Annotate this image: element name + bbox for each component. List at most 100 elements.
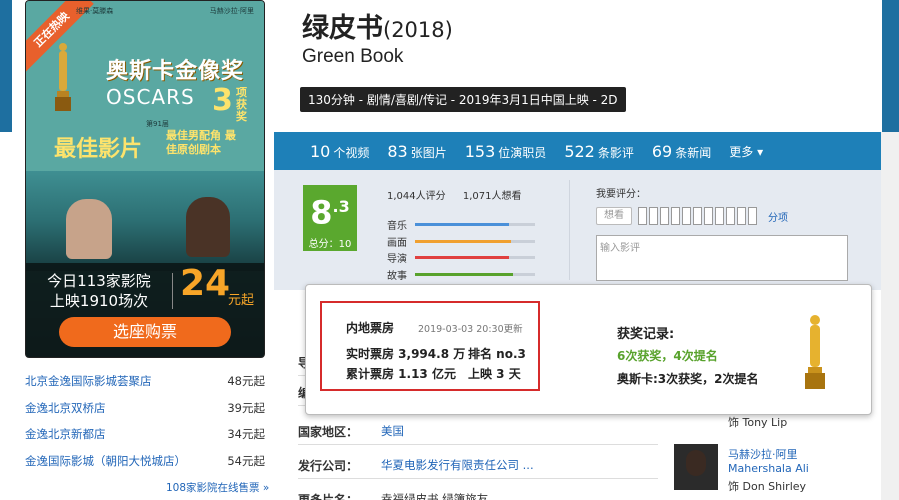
today-cinemas-count: 今日113家影院	[47, 272, 151, 290]
reviews-link[interactable]: 522 条影评	[564, 142, 634, 161]
box-office-panel: 内地票房 2019-03-03 20:30更新 实时票房 3,994.8 万 排…	[320, 301, 540, 391]
my-rating-label: 我要评分：	[596, 189, 646, 200]
rating-box[interactable]	[660, 207, 669, 225]
today-screenings-count: 上映1910场次	[49, 292, 149, 310]
movie-poster[interactable]: 正在热映 维果·莫滕森 马赫沙拉·阿里 奥斯卡金像奖 OSCARS 3 项获奖 …	[25, 0, 265, 358]
detail-value[interactable]: 华夏电影发行有限责任公司 ...	[381, 457, 534, 473]
oscar-summary: 奥斯卡:3次获奖，2次提名	[617, 372, 759, 386]
box-office-rank: 排名 no.3	[468, 347, 526, 361]
review-input[interactable]: 输入影评	[596, 235, 848, 281]
today-showings: 今日113家影院 上映1910场次	[34, 271, 164, 311]
detail-value[interactable]: 美国	[381, 423, 404, 439]
category-bar-fill	[415, 223, 509, 226]
box-office-popup: 内地票房 2019-03-03 20:30更新 实时票房 3,994.8 万 排…	[305, 284, 872, 415]
movie-title: 绿皮书(2018)	[302, 6, 453, 45]
category-bar	[415, 223, 535, 226]
detail-key: 发行公司：	[298, 459, 359, 473]
header-band-left	[0, 0, 12, 132]
poster-person-right	[186, 197, 230, 257]
page-background-right	[881, 132, 899, 500]
cinema-name[interactable]: 金逸国际影城（朝阳大悦城店）	[25, 448, 186, 475]
days-showing: 上映 3 天	[468, 367, 521, 381]
poster-car-scene	[26, 171, 264, 271]
stat-label: 条影评	[597, 145, 634, 160]
poster-person-left	[66, 199, 112, 259]
cast-en-name[interactable]: Mahershala Ali	[728, 462, 809, 475]
rating-boxes	[638, 207, 759, 225]
category-bar	[415, 239, 535, 243]
cast-role: 饰 Don Shirley	[728, 480, 807, 493]
score-int: 8	[310, 193, 333, 232]
images-link[interactable]: 83 张图片	[387, 142, 446, 161]
oscars-text: OSCARS	[106, 85, 195, 109]
movie-title-text: 绿皮书	[302, 13, 383, 44]
award-count-unit: 项获奖	[236, 86, 247, 123]
poster-actor-names: 维果·莫滕森 马赫沙拉·阿里	[76, 6, 254, 16]
category-label: 导演	[387, 254, 407, 265]
cinema-item[interactable]: 北京金逸国际影城荟聚店 48元起	[25, 368, 265, 395]
more-cinemas-link[interactable]: 108家影院在线售票 »	[166, 480, 269, 495]
want-tag[interactable]: 想看	[596, 207, 632, 225]
header-band-right	[881, 0, 899, 132]
movie-meta: 130分钟 - 剧情/喜剧/传记 - 2019年3月1日中国上映 - 2D	[300, 87, 626, 112]
sub-rating-link[interactable]: 分项	[768, 209, 788, 224]
cinema-price: 34元起	[227, 427, 265, 441]
stat-num: 522	[564, 141, 595, 161]
poster-actor-right: 马赫沙拉·阿里	[209, 7, 254, 15]
rating-box[interactable]	[671, 207, 680, 225]
realtime-box-office: 实时票房 3,994.8 万	[346, 347, 466, 361]
rating-box[interactable]	[726, 207, 735, 225]
stat-num: 153	[464, 141, 496, 161]
videos-link[interactable]: 10 个视频	[310, 142, 369, 161]
cinema-item[interactable]: 金逸北京双桥店 39元起	[25, 395, 265, 422]
avatar[interactable]	[674, 444, 718, 490]
rating-box[interactable]	[693, 207, 702, 225]
cast-crew-link[interactable]: 153 位演职员	[465, 142, 547, 161]
stats-bar: 10 个视频 83 张图片 153 位演职员 522 条影评 69 条新闻 更多 ▾	[274, 132, 882, 170]
award-count: 3	[212, 83, 233, 118]
category-bar-fill	[415, 256, 509, 259]
buy-ticket-button[interactable]: 选座购票	[59, 317, 231, 347]
more-dropdown[interactable]: 更多 ▾	[729, 143, 763, 160]
cinema-name[interactable]: 金逸北京新都店	[25, 421, 106, 448]
detail-row: 更多片名： 幸福绿皮书 绿簿旅友	[298, 483, 658, 500]
avatar-face	[686, 450, 706, 476]
stat-label: 个视频	[333, 145, 370, 160]
detail-value: 幸福绿皮书 绿簿旅友	[381, 492, 489, 500]
cinema-item[interactable]: 金逸国际影城（朝阳大悦城店） 54元起	[25, 448, 265, 475]
category-bar-fill	[415, 239, 511, 243]
awards-summary[interactable]: 6次获奖，4次提名	[617, 347, 718, 364]
price-unit: 元起	[228, 293, 255, 308]
rating-box[interactable]	[737, 207, 746, 225]
left-column: 正在热映 维果·莫滕森 马赫沙拉·阿里 奥斯卡金像奖 OSCARS 3 项获奖 …	[16, 0, 274, 500]
rating-box[interactable]	[638, 207, 647, 225]
cinema-item[interactable]: 金逸北京新都店 34元起	[25, 421, 265, 448]
rating-box[interactable]	[715, 207, 724, 225]
poster-actor-left: 维果·莫滕森	[76, 7, 114, 15]
category-bar-fill	[415, 272, 514, 276]
rating-box[interactable]	[748, 207, 757, 225]
cast-name[interactable]: 马赫沙拉·阿里	[728, 446, 798, 462]
rating-divider	[569, 180, 570, 280]
cinema-name[interactable]: 北京金逸国际影城荟聚店	[25, 368, 152, 395]
cinema-name[interactable]: 金逸北京双桥店	[25, 395, 106, 422]
movie-english-title: Green Book	[302, 46, 404, 67]
lowest-price: 24	[180, 263, 231, 304]
stat-label: 条新闻	[675, 145, 712, 160]
oscar-award-title: 奥斯卡金像奖	[106, 59, 245, 84]
best-picture-text: 最佳影片	[54, 137, 143, 162]
stat-num: 10	[310, 141, 331, 161]
main-content: 绿皮书(2018) Green Book 130分钟 - 剧情/喜剧/传记 - …	[274, 0, 882, 500]
rating-box[interactable]	[682, 207, 691, 225]
rating-box[interactable]	[704, 207, 713, 225]
score-decimal: .3	[332, 197, 350, 216]
oscar-statue-icon	[55, 43, 71, 111]
movie-year: (2018)	[383, 18, 453, 42]
news-link[interactable]: 69 条新闻	[652, 142, 711, 161]
score-badge: 8.3 总分：10	[303, 185, 357, 251]
rating-box[interactable]	[649, 207, 658, 225]
box-office-updated: 2019-03-03 20:30更新	[418, 324, 523, 335]
rating-area: 8.3 总分：10 1,044人评分 1,071人想看 音乐 画面 导演 故事 我要评…	[274, 170, 882, 290]
detail-key: 更多片名：	[298, 493, 359, 500]
category-label: 故事	[387, 270, 407, 282]
